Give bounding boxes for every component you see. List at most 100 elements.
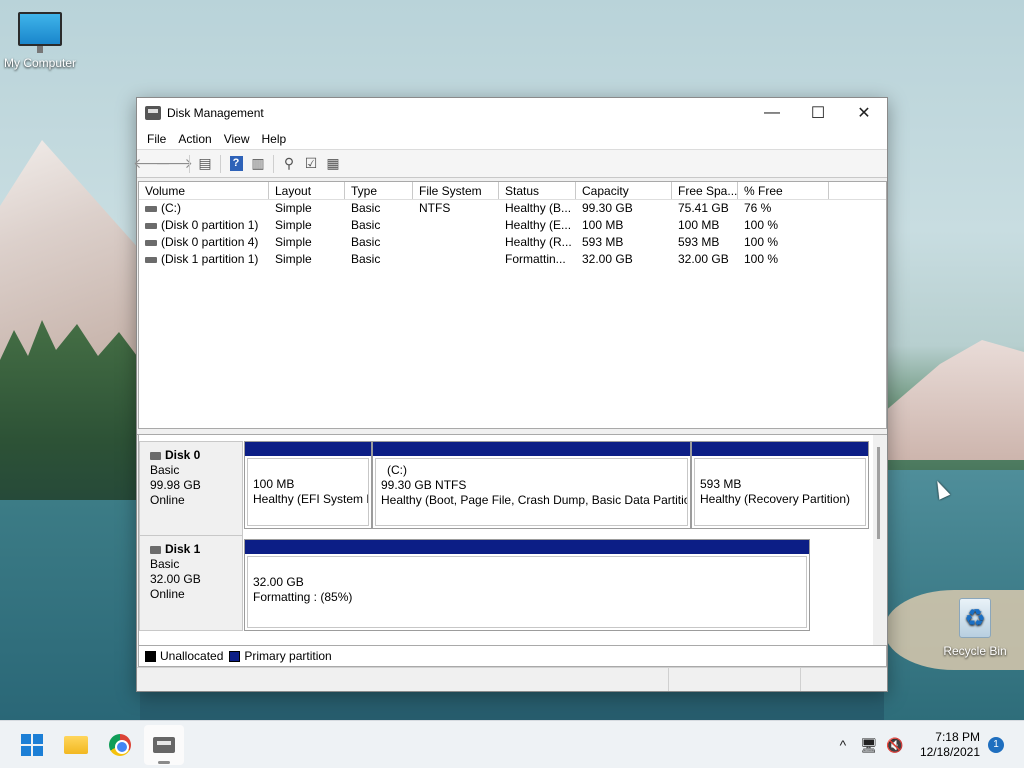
drive-icon (145, 205, 157, 212)
partition-efi[interactable]: 100 MB Healthy (EFI System P (244, 441, 372, 529)
taskbar-file-explorer[interactable] (56, 725, 96, 765)
volume-type: Basic (351, 201, 381, 215)
taskbar-disk-management[interactable] (144, 724, 184, 765)
volume-status: Healthy (R... (505, 235, 572, 249)
disk-0-label[interactable]: Disk 0 Basic 99.98 GB Online (139, 441, 243, 537)
forward-icon[interactable]: 🡒 (155, 154, 193, 174)
primary-partition-bar (692, 442, 868, 456)
start-button[interactable] (12, 725, 52, 765)
column-volume[interactable]: Volume (139, 182, 269, 199)
properties-icon[interactable]: ▦ (322, 154, 344, 174)
desktop-icon-label: My Computer (3, 56, 77, 70)
column-capacity[interactable]: Capacity (576, 182, 672, 199)
disk-management-icon (153, 736, 175, 753)
volume-list-header: Volume Layout Type File System Status Ca… (139, 182, 886, 200)
volume-file-system (413, 234, 499, 251)
volume-percent-free: 100 % (744, 235, 779, 249)
chevron-up-icon[interactable]: ^ (830, 737, 856, 753)
volume-file-system (413, 251, 499, 268)
status-segment (801, 668, 887, 691)
disk-size: 99.98 GB (150, 478, 201, 492)
table-row[interactable]: (Disk 0 partition 4) Simple Basic Health… (139, 234, 886, 251)
desktop-icon-label: Recycle Bin (943, 644, 1007, 658)
column-layout[interactable]: Layout (269, 182, 345, 199)
action-pane-icon[interactable]: ▥ (247, 154, 269, 174)
network-icon[interactable]: 🖥 (856, 737, 882, 754)
legend-label: Primary partition (244, 649, 332, 663)
window-title: Disk Management (167, 106, 264, 120)
table-row[interactable]: (C:) Simple Basic NTFS Healthy (B... 99.… (139, 200, 886, 217)
desktop-icon-recycle-bin[interactable]: ♻ Recycle Bin (935, 598, 1015, 658)
status-segment (137, 668, 669, 691)
volume-free-space: 100 MB (678, 218, 720, 232)
disk-type: Basic (150, 463, 180, 477)
partition-status: Healthy (Boot, Page File, Crash Dump, Ba… (381, 493, 688, 507)
partition-c[interactable]: (C:) 99.30 GB NTFS Healthy (Boot, Page F… (372, 441, 691, 529)
volume-name: (Disk 0 partition 1) (161, 218, 259, 232)
title-bar[interactable]: Disk Management — ☐ ✕ (137, 98, 887, 128)
disk-name: Disk 1 (165, 542, 201, 556)
desktop-wallpaper-forest (0, 320, 140, 520)
menu-help[interactable]: Help (256, 132, 293, 146)
desktop-icon-my-computer[interactable]: My Computer (0, 12, 80, 70)
column-file-system[interactable]: File System (413, 182, 499, 199)
partition-name: (C:) (387, 463, 407, 477)
disk-icon (150, 451, 161, 460)
menu-file[interactable]: File (141, 132, 172, 146)
volume-type: Basic (351, 252, 381, 266)
partition-status: Healthy (EFI System P (253, 492, 369, 506)
volume-layout: Simple (275, 235, 312, 249)
help-icon[interactable]: ? (225, 154, 247, 174)
volume-percent-free: 100 % (744, 218, 779, 232)
disk-state: Online (150, 493, 185, 507)
console-tree-icon[interactable]: ▤ (194, 154, 216, 174)
scrollbar-thumb[interactable] (877, 447, 880, 539)
disk-management-window: Disk Management — ☐ ✕ File Action View H… (133, 97, 888, 692)
volume-capacity: 99.30 GB (582, 201, 633, 215)
primary-partition-bar (245, 540, 809, 554)
volume-name: (C:) (161, 201, 181, 215)
maximize-button[interactable]: ☐ (795, 98, 841, 128)
disk-0-row: Disk 0 Basic 99.98 GB Online 100 MB Heal… (139, 441, 874, 537)
volume-status: Healthy (E... (505, 218, 572, 232)
menu-action[interactable]: Action (172, 132, 217, 146)
column-free-space[interactable]: Free Spa... (672, 182, 738, 199)
legend: Unallocated Primary partition (138, 645, 887, 667)
volume-layout: Simple (275, 201, 312, 215)
notification-badge[interactable]: 1 (988, 737, 1004, 753)
disk-management-icon (145, 106, 161, 120)
vertical-scrollbar[interactable] (873, 435, 887, 645)
minimize-button[interactable]: — (749, 98, 795, 128)
table-row[interactable]: (Disk 0 partition 1) Simple Basic Health… (139, 217, 886, 234)
partition-disk-1[interactable]: 32.00 GB Formatting : (85%) (244, 539, 810, 631)
volume-muted-icon[interactable]: 🔇 (882, 737, 908, 754)
legend-swatch-primary (229, 650, 241, 662)
column-status[interactable]: Status (499, 182, 576, 199)
menu-bar: File Action View Help (137, 128, 887, 150)
toolbar-separator (273, 154, 274, 173)
column-type[interactable]: Type (345, 182, 413, 199)
table-row[interactable]: (Disk 1 partition 1) Simple Basic Format… (139, 251, 886, 268)
column-percent-free[interactable]: % Free (738, 182, 829, 199)
volume-free-space: 75.41 GB (678, 201, 729, 215)
partition-size: 32.00 GB (253, 575, 304, 589)
drive-icon (145, 239, 157, 246)
disk-1-row: Disk 1 Basic 32.00 GB Online 32.00 GB Fo… (139, 535, 874, 631)
connect-icon[interactable]: ⚲ (278, 154, 300, 174)
volume-percent-free: 100 % (744, 252, 779, 266)
partition-recovery[interactable]: 593 MB Healthy (Recovery Partition) (691, 441, 869, 529)
status-bar (137, 667, 887, 691)
check-icon[interactable]: ☑ (300, 154, 322, 174)
volume-percent-free: 76 % (744, 201, 772, 215)
taskbar-chrome[interactable] (100, 725, 140, 765)
menu-view[interactable]: View (218, 132, 256, 146)
disk-size: 32.00 GB (150, 572, 201, 586)
close-button[interactable]: ✕ (841, 98, 887, 128)
clock[interactable]: 7:18 PM 12/18/2021 (920, 730, 980, 760)
volume-name: (Disk 0 partition 4) (161, 235, 259, 249)
desktop-wallpaper-water (0, 500, 140, 720)
windows-logo-icon (21, 733, 43, 756)
primary-partition-bar (245, 442, 371, 456)
disk-1-label[interactable]: Disk 1 Basic 32.00 GB Online (139, 535, 243, 631)
drive-icon (145, 222, 157, 229)
